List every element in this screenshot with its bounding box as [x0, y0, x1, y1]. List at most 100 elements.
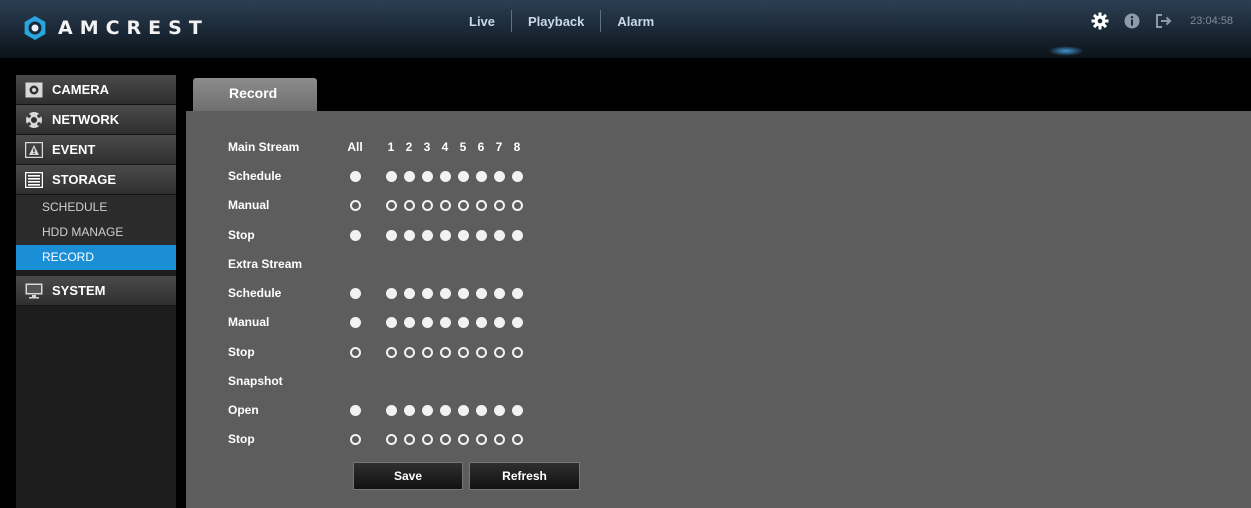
radio-channel[interactable]	[493, 287, 505, 299]
sidebar-subitem-hdd-manage[interactable]: HDD MANAGE	[16, 220, 176, 245]
radio-channel[interactable]	[403, 316, 415, 328]
tab-record[interactable]: Record	[193, 78, 317, 111]
radio-channel[interactable]	[385, 433, 397, 445]
radio-channel[interactable]	[511, 316, 523, 328]
radio-channel[interactable]	[421, 199, 433, 211]
gear-icon[interactable]	[1090, 11, 1110, 31]
radio-channel[interactable]	[475, 287, 487, 299]
radio-channel[interactable]	[385, 346, 397, 358]
radio-channel[interactable]	[385, 404, 397, 416]
radio-channel[interactable]	[475, 229, 487, 241]
sidebar-item-camera[interactable]: CAMERA	[16, 75, 176, 105]
radio-cell	[418, 199, 436, 211]
radio-channel[interactable]	[421, 287, 433, 299]
radio-channel[interactable]	[421, 316, 433, 328]
radio-channel[interactable]	[439, 170, 451, 182]
radio-channel[interactable]	[511, 199, 523, 211]
radio-channel[interactable]	[493, 229, 505, 241]
radio-channel[interactable]	[385, 229, 397, 241]
radio-channel[interactable]	[421, 170, 433, 182]
radio-channel[interactable]	[475, 433, 487, 445]
radio-channel[interactable]	[511, 433, 523, 445]
radio-channel[interactable]	[475, 170, 487, 182]
radio-cell	[400, 287, 418, 299]
radio-cell	[400, 404, 418, 416]
radio-cell	[340, 170, 370, 182]
radio-channel[interactable]	[511, 170, 523, 182]
radio-all[interactable]	[349, 287, 361, 299]
radio-channel[interactable]	[475, 404, 487, 416]
nav-playback[interactable]: Playback	[512, 14, 600, 29]
sidebar-subitem-record[interactable]: RECORD	[16, 245, 176, 270]
radio-channel[interactable]	[385, 199, 397, 211]
radio-channel[interactable]	[403, 199, 415, 211]
radio-channel[interactable]	[439, 433, 451, 445]
radio-all[interactable]	[349, 404, 361, 416]
radio-cell	[382, 346, 400, 358]
radio-channel[interactable]	[511, 287, 523, 299]
radio-channel[interactable]	[439, 316, 451, 328]
radio-channel[interactable]	[475, 346, 487, 358]
radio-channel[interactable]	[457, 287, 469, 299]
radio-channel[interactable]	[439, 346, 451, 358]
radio-channel[interactable]	[457, 199, 469, 211]
radio-channel[interactable]	[493, 404, 505, 416]
radio-channel[interactable]	[385, 170, 397, 182]
sidebar-item-storage[interactable]: STORAGE	[16, 165, 176, 195]
radio-channel[interactable]	[493, 199, 505, 211]
radio-channel[interactable]	[403, 433, 415, 445]
nav-live[interactable]: Live	[453, 14, 511, 29]
radio-channel[interactable]	[421, 346, 433, 358]
radio-channel[interactable]	[439, 404, 451, 416]
radio-channel[interactable]	[511, 229, 523, 241]
radio-channel[interactable]	[457, 346, 469, 358]
radio-channel[interactable]	[403, 346, 415, 358]
radio-channel[interactable]	[421, 433, 433, 445]
sidebar-item-network[interactable]: NETWORK	[16, 105, 176, 135]
radio-channel[interactable]	[403, 229, 415, 241]
radio-channel[interactable]	[457, 433, 469, 445]
radio-channel[interactable]	[385, 287, 397, 299]
radio-channel[interactable]	[385, 316, 397, 328]
radio-channel[interactable]	[403, 287, 415, 299]
info-icon[interactable]	[1122, 11, 1142, 31]
radio-all[interactable]	[349, 346, 361, 358]
radio-channel[interactable]	[439, 199, 451, 211]
radio-cell	[490, 287, 508, 299]
radio-channel[interactable]	[421, 404, 433, 416]
radio-channel[interactable]	[421, 229, 433, 241]
radio-channel[interactable]	[493, 346, 505, 358]
radio-cell	[436, 229, 454, 241]
radio-cell	[454, 404, 472, 416]
radio-all[interactable]	[349, 170, 361, 182]
radio-channel[interactable]	[403, 404, 415, 416]
sidebar-item-system[interactable]: SYSTEM	[16, 276, 176, 306]
refresh-button[interactable]: Refresh	[469, 462, 580, 490]
radio-cell	[340, 287, 370, 299]
radio-channel[interactable]	[439, 229, 451, 241]
logout-icon[interactable]	[1154, 11, 1174, 31]
radio-cell	[436, 170, 454, 182]
radio-channel[interactable]	[457, 170, 469, 182]
radio-channel[interactable]	[457, 316, 469, 328]
radio-channel[interactable]	[493, 433, 505, 445]
radio-channel[interactable]	[511, 404, 523, 416]
radio-channel[interactable]	[439, 287, 451, 299]
radio-channel[interactable]	[457, 229, 469, 241]
sidebar-item-event[interactable]: EVENT	[16, 135, 176, 165]
row-label: Stop	[228, 228, 255, 242]
radio-channel[interactable]	[493, 170, 505, 182]
radio-channel[interactable]	[475, 316, 487, 328]
radio-all[interactable]	[349, 199, 361, 211]
radio-all[interactable]	[349, 316, 361, 328]
radio-channel[interactable]	[493, 316, 505, 328]
radio-channel[interactable]	[457, 404, 469, 416]
radio-channel[interactable]	[475, 199, 487, 211]
nav-alarm[interactable]: Alarm	[601, 14, 670, 29]
radio-all[interactable]	[349, 229, 361, 241]
sidebar-subitem-schedule[interactable]: SCHEDULE	[16, 195, 176, 220]
radio-channel[interactable]	[403, 170, 415, 182]
save-button[interactable]: Save	[353, 462, 463, 490]
radio-channel[interactable]	[511, 346, 523, 358]
radio-all[interactable]	[349, 433, 361, 445]
